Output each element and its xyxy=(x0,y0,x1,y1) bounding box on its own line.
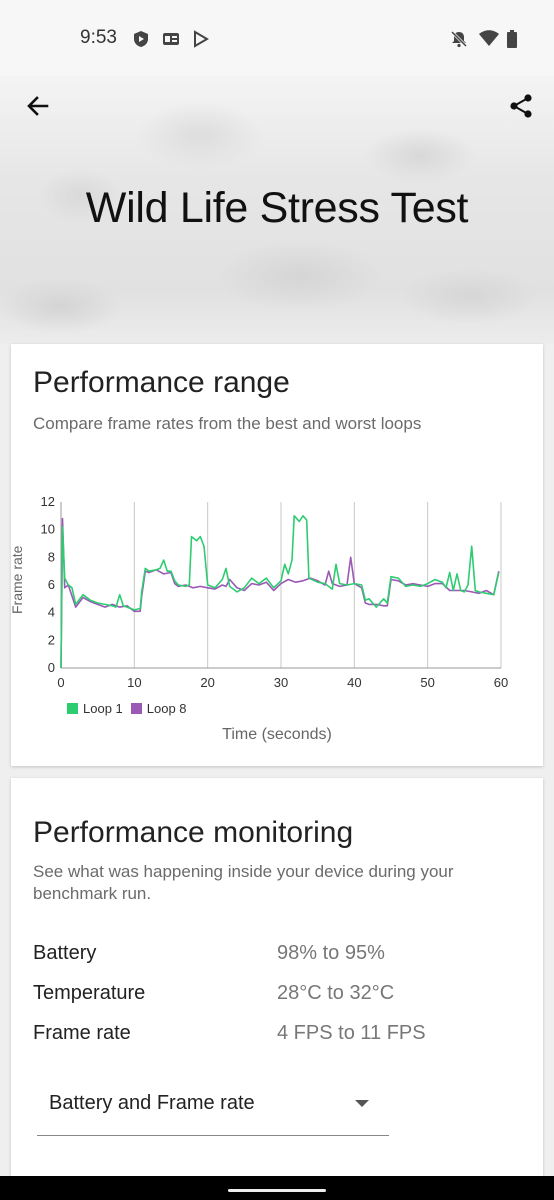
y-axis-label: Frame rate xyxy=(9,545,25,614)
performance-monitoring-subtitle: See what was happening inside your devic… xyxy=(33,862,454,903)
hero-header: Wild Life Stress Test xyxy=(0,76,554,344)
legend-label: Loop 8 xyxy=(146,701,187,716)
dropdown-selected-value: Battery and Frame rate xyxy=(49,1092,255,1114)
legend-item-loop-1[interactable]: Loop 1 xyxy=(67,701,123,716)
y-tick-label: 10 xyxy=(41,522,55,537)
x-tick-label: 50 xyxy=(420,675,434,690)
performance-monitoring-card: Performance monitoring See what was happ… xyxy=(11,778,543,1178)
home-gesture-handle[interactable] xyxy=(228,1189,326,1192)
notifications-off-icon xyxy=(450,30,468,48)
arrow-left-icon xyxy=(25,93,51,124)
news-icon xyxy=(162,30,180,48)
x-tick-label: 30 xyxy=(274,675,288,690)
status-time: 9:53 xyxy=(80,27,117,48)
page-title: Wild Life Stress Test xyxy=(85,184,469,232)
y-tick-label: 2 xyxy=(48,632,55,647)
share-button[interactable] xyxy=(501,88,541,128)
back-button[interactable] xyxy=(18,88,58,128)
status-bar: 9:53 xyxy=(0,0,554,76)
y-tick-label: 8 xyxy=(48,549,55,564)
performance-monitoring-title: Performance monitoring xyxy=(33,816,354,849)
dropdown-arrow-icon xyxy=(355,1100,369,1107)
performance-range-card: Performance range Compare frame rates fr… xyxy=(9,344,543,766)
series-line-loop-1 xyxy=(60,515,500,669)
y-tick-label: 6 xyxy=(48,577,55,592)
wifi-icon xyxy=(479,30,499,48)
navigation-bar xyxy=(0,1176,554,1200)
battery-value: 98% to 95% xyxy=(277,942,385,964)
x-tick-label: 0 xyxy=(57,675,64,690)
chart-legend: Loop 1 Loop 8 xyxy=(67,701,187,716)
x-tick-label: 20 xyxy=(200,675,214,690)
legend-item-loop-8[interactable]: Loop 8 xyxy=(130,701,187,716)
x-tick-label: 60 xyxy=(494,675,508,690)
legend-swatch xyxy=(67,703,78,714)
legend-label: Loop 1 xyxy=(83,701,123,716)
y-tick-label: 12 xyxy=(41,494,55,509)
battery-icon xyxy=(506,30,524,48)
x-tick-label: 40 xyxy=(347,675,361,690)
battery-label: Battery xyxy=(33,942,97,964)
share-icon xyxy=(508,93,534,124)
temperature-label: Temperature xyxy=(33,982,146,1004)
performance-range-title: Performance range xyxy=(33,366,290,399)
frame-rate-value: 4 FPS to 11 FPS xyxy=(277,1022,426,1044)
metric-dropdown[interactable]: Battery and Frame rate xyxy=(37,1078,389,1136)
y-tick-label: 4 xyxy=(48,605,55,620)
temperature-value: 28°C to 32°C xyxy=(277,982,395,1004)
series-line-loop-8 xyxy=(60,517,500,669)
y-tick-label: 0 xyxy=(48,660,55,675)
x-tick-label: 10 xyxy=(127,675,141,690)
frame-rate-label: Frame rate xyxy=(33,1022,131,1044)
shield-play-icon xyxy=(132,30,150,48)
x-axis-label: Time (seconds) xyxy=(222,726,332,743)
performance-range-subtitle: Compare frame rates from the best and wo… xyxy=(33,414,422,433)
play-store-icon xyxy=(192,30,210,48)
legend-swatch xyxy=(130,703,142,714)
